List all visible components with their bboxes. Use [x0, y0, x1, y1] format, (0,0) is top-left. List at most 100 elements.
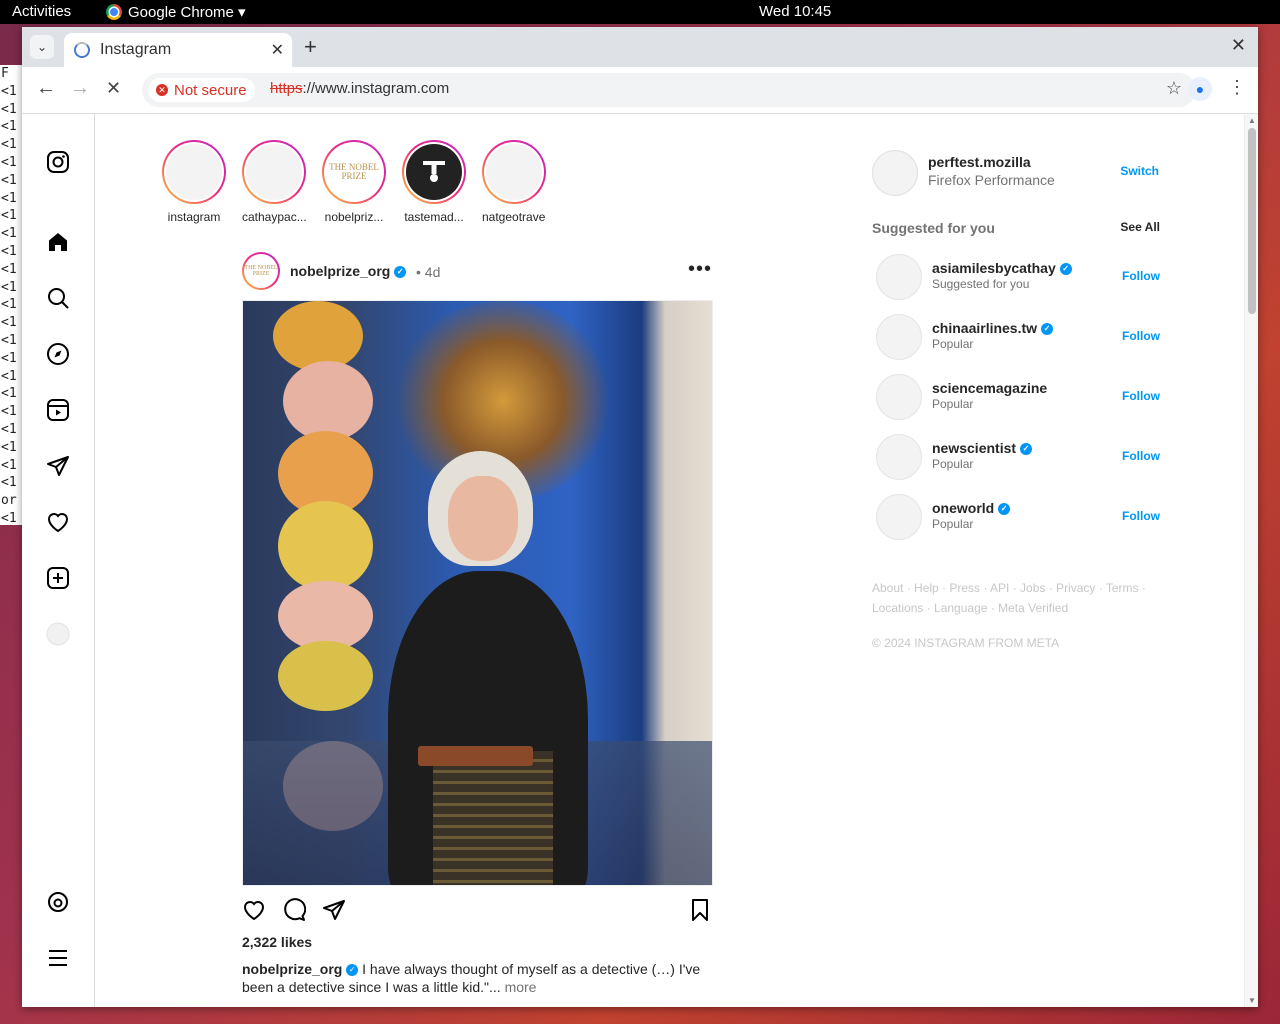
search-icon[interactable] [46, 286, 70, 310]
suggestion-user[interactable]: newscientist ✓ [932, 440, 1032, 456]
story-item[interactable]: natgeotravel [482, 140, 546, 224]
footer-links[interactable]: About · Help · Press · API · Jobs · Priv… [872, 578, 1162, 618]
explore-icon[interactable] [46, 342, 70, 366]
forward-arrow-icon[interactable]: → [70, 77, 90, 100]
terminal-line: <1 [1, 510, 17, 525]
suggestions-header: Suggested for you See All [872, 220, 1160, 238]
avatar[interactable] [876, 374, 922, 420]
footer-line[interactable]: About · Help · Press · API · Jobs · Priv… [872, 578, 1162, 598]
avatar[interactable] [876, 494, 922, 540]
terminal-line: <1 [1, 172, 17, 188]
chevron-down-icon: ⌄ [36, 40, 48, 54]
post-caption: nobelprize_org ✓ I have always thought o… [242, 960, 712, 996]
switch-button[interactable]: Switch [1120, 164, 1159, 178]
suggestion-user[interactable]: chinaairlines.tw ✓ [932, 320, 1053, 336]
tab-search-button[interactable]: ⌄ [30, 35, 54, 59]
terminal-line: <1 [1, 226, 17, 242]
stop-loading-icon[interactable]: ✕ [106, 78, 121, 99]
more-options-icon[interactable]: ••• [688, 258, 712, 281]
app-menu[interactable]: Google Chrome ▾ [106, 3, 246, 21]
terminal-line: <1 [1, 83, 17, 99]
suggestion-row: asiamilesbycathay ✓ Suggested for you Foll… [876, 254, 1160, 300]
follow-button[interactable]: Follow [1122, 389, 1160, 403]
verified-badge-icon: ✓ [1040, 323, 1053, 336]
current-username[interactable]: perftest.mozilla [928, 154, 1031, 170]
story-username: tastemad... [404, 210, 464, 224]
story-item[interactable]: cathaypac... [242, 140, 306, 224]
site-info-chip[interactable]: ✕ Not secure [148, 78, 255, 102]
more-link[interactable]: more [505, 979, 537, 995]
threads-icon[interactable] [46, 890, 70, 914]
bookmark-star-icon[interactable]: ☆ [1166, 78, 1182, 99]
more-menu-icon[interactable]: ⋮ [1228, 77, 1246, 98]
story-item[interactable]: instagram [162, 140, 226, 224]
tab-instagram[interactable]: Instagram ✕ [64, 33, 292, 67]
terminal-line: <1 [1, 261, 17, 277]
comment-icon[interactable] [282, 898, 306, 922]
scrollbar[interactable]: ▲ ▼ [1244, 114, 1258, 1007]
terminal-line: <1 [1, 475, 17, 491]
save-bookmark-icon[interactable] [688, 898, 712, 922]
caption-author[interactable]: nobelprize_org [242, 961, 342, 977]
close-tab-icon[interactable]: ✕ [271, 40, 284, 60]
follow-button[interactable]: Follow [1122, 269, 1160, 283]
notifications-heart-icon[interactable] [46, 510, 70, 534]
instagram-logo-icon[interactable] [46, 150, 70, 174]
post-image[interactable] [242, 300, 713, 886]
suggestion-username: oneworld [932, 500, 995, 516]
address-bar[interactable]: ✕ Not secure https://www.instagram.com ☆ [142, 73, 1196, 107]
post-timestamp[interactable]: • 4d [416, 264, 440, 280]
see-all-button[interactable]: See All [1120, 220, 1160, 234]
stories-tray: instagram cathaypac... THE NOBEL PRIZE n… [162, 140, 546, 224]
messages-icon[interactable] [46, 454, 70, 478]
post-author[interactable]: nobelprize_org ✓ [290, 263, 407, 279]
follow-button[interactable]: Follow [1122, 329, 1160, 343]
terminal-line: <1 [1, 404, 17, 420]
loading-spinner-icon [74, 42, 90, 58]
follow-button[interactable]: Follow [1122, 449, 1160, 463]
story-item[interactable]: THE NOBEL PRIZE nobelpriz... [322, 140, 386, 224]
share-icon[interactable] [322, 898, 346, 922]
avatar[interactable] [872, 150, 918, 196]
menu-icon[interactable] [46, 946, 70, 970]
avatar [486, 144, 542, 200]
browser-window: ⌄ Instagram ✕ + ✕ ← → ✕ ✕ Not secure htt… [22, 27, 1258, 1007]
suggestion-username: newscientist [932, 440, 1017, 456]
create-icon[interactable] [46, 566, 70, 590]
scrollbar-thumb[interactable] [1248, 128, 1256, 314]
activities-button[interactable]: Activities [12, 3, 71, 20]
suggestion-username: sciencemagazine [932, 380, 1048, 396]
terminal-line: <1 [1, 101, 17, 117]
reels-icon[interactable] [46, 398, 70, 422]
avatar[interactable] [876, 434, 922, 480]
avatar [166, 144, 222, 200]
suggestion-user[interactable]: oneworld ✓ [932, 500, 1011, 516]
new-tab-button[interactable]: + [304, 34, 317, 60]
scroll-up-icon[interactable]: ▲ [1248, 116, 1256, 125]
like-heart-icon[interactable] [242, 898, 266, 922]
scroll-down-icon[interactable]: ▼ [1248, 996, 1256, 1005]
post-author-avatar[interactable]: THE NOBEL PRIZE [242, 252, 280, 290]
terminal-line: <1 [1, 421, 17, 437]
follow-button[interactable]: Follow [1122, 509, 1160, 523]
footer-line[interactable]: Locations · Language · Meta Verified [872, 598, 1162, 618]
avatar [246, 144, 302, 200]
suggestions-title: Suggested for you [872, 220, 995, 236]
close-window-button[interactable]: ✕ [1231, 35, 1246, 56]
profile-icon[interactable] [46, 622, 70, 646]
url-text[interactable]: https://www.instagram.com [270, 80, 449, 97]
nobel-prize-logo: THE NOBEL PRIZE [326, 144, 382, 200]
suggestion-user[interactable]: sciencemagazine [932, 380, 1047, 396]
suggestion-user[interactable]: asiamilesbycathay ✓ [932, 260, 1072, 276]
profile-avatar-icon[interactable]: ● [1188, 77, 1212, 101]
clock[interactable]: Wed 10:45 [759, 3, 831, 20]
home-icon[interactable] [46, 230, 70, 254]
suggestion-row: oneworld ✓ Popular Follow [876, 494, 1160, 540]
story-item[interactable]: tastemad... [402, 140, 466, 224]
back-arrow-icon[interactable]: ← [36, 77, 56, 100]
likes-count[interactable]: 2,322 likes [242, 934, 312, 950]
terminal-line: <1 [1, 332, 17, 348]
avatar[interactable] [876, 314, 922, 360]
suggestion-username: asiamilesbycathay [932, 260, 1056, 276]
avatar[interactable] [876, 254, 922, 300]
